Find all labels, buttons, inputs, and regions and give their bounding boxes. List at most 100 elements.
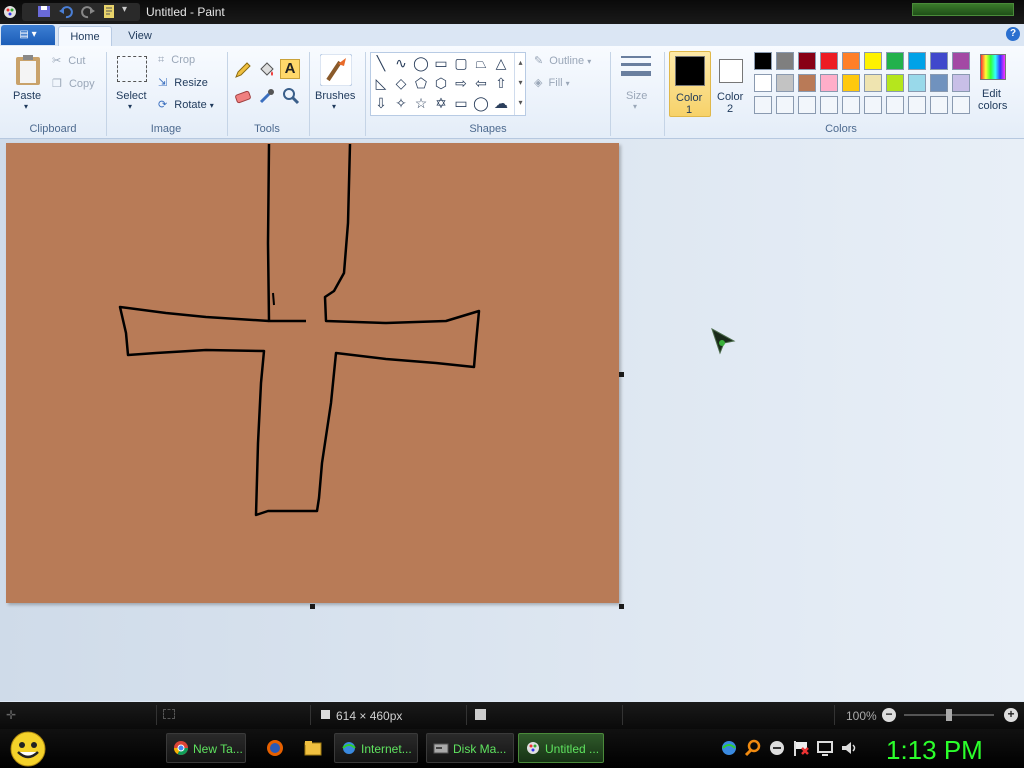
tab-view[interactable]: View [116,26,164,46]
palette-swatch[interactable] [952,52,970,70]
four-point-star-shape-icon[interactable]: ✧ [392,94,410,112]
palette-swatch[interactable] [864,52,882,70]
outline-button[interactable]: ✎ Outline ▾ [534,54,591,67]
palette-swatch[interactable] [754,74,772,92]
taskbar-clock[interactable]: 1:13 PM [886,735,983,766]
fill-button[interactable]: ◈ Fill ▾ [534,76,570,89]
right-triangle-shape-icon[interactable]: ◺ [372,74,390,92]
color-picker-icon[interactable] [257,86,277,106]
taskbar-item-internet[interactable]: Internet... [334,733,418,763]
palette-swatch[interactable] [930,52,948,70]
eraser-icon[interactable] [233,86,253,106]
palette-swatch[interactable] [798,74,816,92]
palette-swatch[interactable] [776,52,794,70]
pencil-icon[interactable] [233,60,253,80]
messenger-tray-icon[interactable] [768,739,786,757]
palette-swatch[interactable] [820,96,838,114]
hexagon-shape-icon[interactable]: ⬡ [432,74,450,92]
canvas-resize-handle-right[interactable] [619,372,624,377]
cloud-callout-shape-icon[interactable]: ☁ [492,94,510,112]
right-arrow-shape-icon[interactable]: ⇨ [452,74,470,92]
start-button-smiley-icon[interactable] [8,730,48,768]
zoom-in-button[interactable]: + [1004,708,1018,722]
rect-callout-shape-icon[interactable]: ▭ [452,94,470,112]
help-icon[interactable]: ? [1006,27,1020,41]
oval-callout-shape-icon[interactable]: ◯ [472,94,490,112]
fill-bucket-icon[interactable] [257,60,277,80]
paint-app-icon[interactable] [2,4,18,20]
palette-swatch[interactable] [864,74,882,92]
rounded-rectangle-shape-icon[interactable]: ▢ [452,54,470,72]
display-tray-icon[interactable] [816,739,834,757]
palette-swatch[interactable] [908,52,926,70]
canvas-resize-handle-bottom[interactable] [310,604,315,609]
properties-icon[interactable] [102,4,118,19]
undo-icon[interactable] [58,4,74,19]
palette-swatch[interactable] [820,52,838,70]
crop-button[interactable]: ⌗ Crop [158,54,195,67]
tab-home[interactable]: Home [58,26,112,47]
curve-shape-icon[interactable]: ∿ [392,54,410,72]
polygon-shape-icon[interactable]: ⏢ [472,54,490,72]
palette-swatch[interactable] [776,74,794,92]
palette-swatch[interactable] [886,52,904,70]
triangle-shape-icon[interactable]: △ [492,54,510,72]
six-point-star-shape-icon[interactable]: ✡ [432,94,450,112]
zoom-out-button[interactable]: − [882,708,896,722]
qa-customize-chevron-icon[interactable]: ▾ [122,4,127,15]
rectangle-shape-icon[interactable]: ▭ [432,54,450,72]
palette-swatch[interactable] [842,96,860,114]
rotate-button[interactable]: ⟳ Rotate ▾ [158,98,214,111]
palette-swatch[interactable] [820,74,838,92]
volume-tray-icon[interactable] [840,739,858,757]
resize-button[interactable]: ⇲ Resize [158,76,208,89]
taskbar-item-paint[interactable]: Untitled ... [518,733,604,763]
color1-button[interactable]: Color 1 [669,51,711,117]
palette-swatch[interactable] [930,74,948,92]
select-button[interactable]: Select ▾ [114,54,150,116]
up-arrow-shape-icon[interactable]: ⇧ [492,74,510,92]
app-menu-button[interactable]: ▤ ▾ [1,25,55,45]
edit-colors-button[interactable]: Edit colors [976,52,1012,118]
shapes-scroll[interactable]: ▴ ▾ ▾ [514,53,526,115]
size-button[interactable]: Size ▾ [618,54,656,116]
down-arrow-shape-icon[interactable]: ⇩ [372,94,390,112]
palette-swatch[interactable] [886,96,904,114]
five-point-star-shape-icon[interactable]: ☆ [412,94,430,112]
text-tool-icon[interactable]: A [280,59,300,79]
palette-swatch[interactable] [908,96,926,114]
action-center-flag-icon[interactable] [792,739,810,757]
cut-button[interactable]: ✂ Cut [52,54,85,67]
firefox-icon[interactable] [266,739,284,757]
left-arrow-shape-icon[interactable]: ⇦ [472,74,490,92]
taskbar-item-disk-management[interactable]: Disk Ma... [426,733,514,763]
paste-button[interactable]: Paste ▾ [8,52,48,116]
color2-button[interactable]: Color 2 [713,51,751,117]
pentagon-shape-icon[interactable]: ⬠ [412,74,430,92]
palette-swatch[interactable] [754,52,772,70]
search-tray-icon[interactable] [744,739,762,757]
palette-swatch[interactable] [952,96,970,114]
palette-swatch[interactable] [952,74,970,92]
folder-icon[interactable] [304,739,322,757]
palette-swatch[interactable] [842,74,860,92]
drawing-canvas[interactable] [6,143,619,603]
palette-swatch[interactable] [842,52,860,70]
network-tray-icon[interactable] [720,739,738,757]
taskbar-item-chrome[interactable]: New Ta... [166,733,246,763]
palette-swatch[interactable] [798,96,816,114]
palette-swatch[interactable] [908,74,926,92]
diamond-shape-icon[interactable]: ◇ [392,74,410,92]
palette-swatch[interactable] [886,74,904,92]
brushes-button[interactable]: Brushes ▾ [314,52,358,116]
window-controls[interactable] [912,3,1014,16]
palette-swatch[interactable] [754,96,772,114]
palette-swatch[interactable] [864,96,882,114]
line-shape-icon[interactable]: ╲ [372,54,390,72]
magnifier-icon[interactable] [281,86,301,106]
copy-button[interactable]: ❐ Copy [52,77,95,90]
oval-shape-icon[interactable]: ◯ [412,54,430,72]
zoom-slider-thumb[interactable] [946,709,952,721]
palette-swatch[interactable] [930,96,948,114]
redo-icon[interactable] [80,4,96,19]
